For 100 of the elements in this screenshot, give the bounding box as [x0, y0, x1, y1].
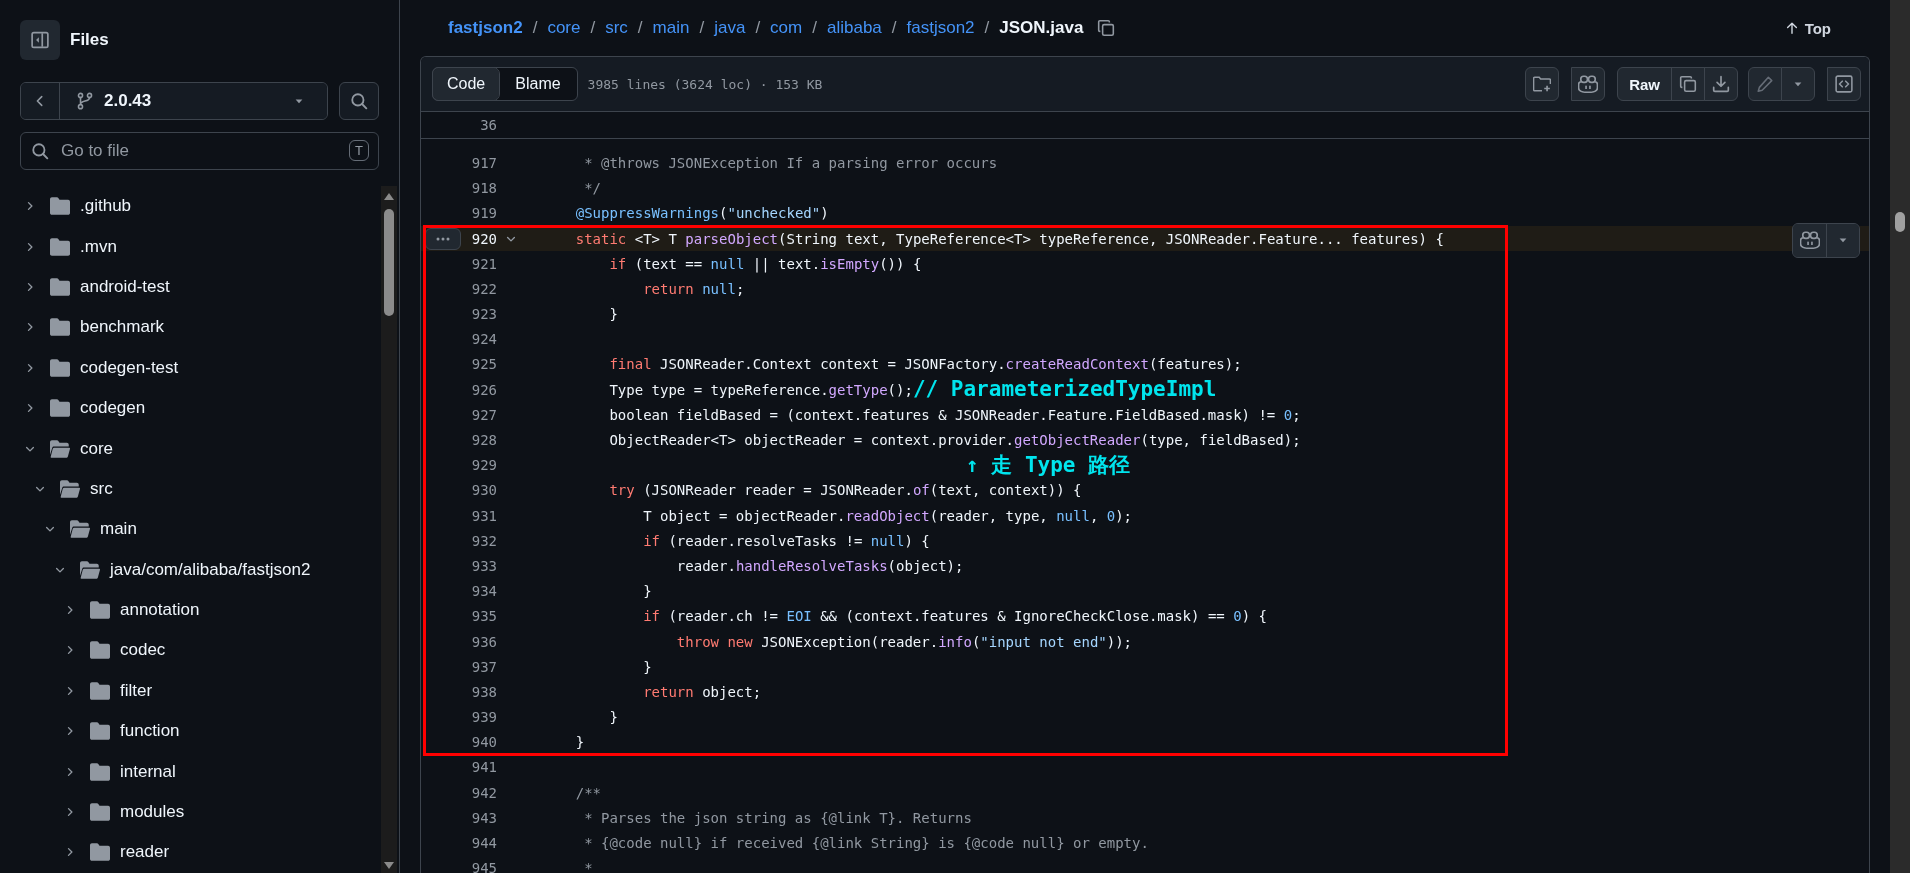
line-number[interactable]: 945: [471, 860, 497, 873]
tree-item[interactable]: annotation: [0, 589, 381, 631]
code-text: if (reader.ch != EOI && (context.features & IgnoreCheckClose.mask) == 0) {: [642, 608, 1267, 625]
line-number[interactable]: 935: [471, 608, 497, 625]
line-number[interactable]: 933: [471, 558, 497, 574]
code-text: Type type = typeReference.getType();: [608, 381, 913, 398]
tree-item[interactable]: src: [0, 468, 381, 510]
line-number[interactable]: 927: [471, 406, 497, 423]
breadcrumb-link[interactable]: fastjson2: [906, 18, 975, 38]
line-number[interactable]: 928: [471, 432, 497, 449]
tree-item[interactable]: filter: [0, 670, 381, 712]
download-icon: [1712, 75, 1730, 93]
tree-item[interactable]: .mvn: [0, 226, 381, 267]
tree-item[interactable]: benchmark: [0, 307, 381, 348]
add-file-button[interactable]: [1525, 67, 1560, 101]
robot-head-icon: [1799, 231, 1820, 249]
scrollbar-thumb[interactable]: [1895, 212, 1905, 232]
search-icon: [31, 142, 49, 160]
arrow-up-icon: [1784, 21, 1799, 35]
shortcut-key: T: [349, 140, 369, 161]
copy-icon: [1097, 19, 1116, 37]
folder-icon: [50, 277, 70, 296]
line-number[interactable]: 943: [471, 809, 497, 826]
tree-item[interactable]: codegen: [0, 387, 381, 429]
line-number[interactable]: 930: [471, 482, 497, 499]
line-number[interactable]: 926: [471, 381, 497, 398]
top-link[interactable]: Top: [1784, 19, 1831, 37]
line-number[interactable]: 938: [471, 683, 497, 700]
annotation-text: ↑ 走 Type 路径: [966, 454, 1131, 476]
tree-item[interactable]: internal: [0, 751, 381, 792]
line-number[interactable]: 942: [471, 784, 497, 801]
code-text: reader.handleResolveTasks(object);: [675, 558, 964, 574]
tree-item[interactable]: java/com/alibaba/fastjson2: [0, 549, 381, 590]
code-text: * Parses the json string as {@link T}. Returns: [583, 809, 972, 826]
breadcrumb-link[interactable]: alibaba: [826, 18, 882, 38]
tree-item[interactable]: android-test: [0, 266, 381, 308]
copy-button[interactable]: [1671, 67, 1705, 101]
tree-item[interactable]: function: [0, 711, 381, 752]
tree-item[interactable]: reader: [0, 832, 381, 873]
path-separator: /: [984, 18, 990, 38]
line-number[interactable]: 921: [471, 255, 497, 272]
folder-icon: [50, 318, 70, 337]
code-text: return object;: [642, 683, 762, 700]
folder-open-icon: [50, 439, 70, 458]
edit-button[interactable]: [1748, 67, 1782, 101]
symbols-button[interactable]: [1827, 67, 1861, 101]
code-text: }: [642, 658, 652, 675]
breadcrumb-link[interactable]: com: [770, 18, 803, 38]
copilot-button[interactable]: [1571, 67, 1606, 101]
scroll-up-icon: [384, 193, 394, 200]
line-number[interactable]: 941: [471, 759, 497, 776]
tree-item[interactable]: codegen-test: [0, 347, 381, 388]
scrollbar-thumb[interactable]: [384, 209, 394, 316]
tree-item[interactable]: modules: [0, 791, 381, 833]
line-number[interactable]: 924: [471, 331, 497, 348]
view-tab[interactable]: Blame: [499, 68, 577, 100]
folder-icon: [50, 237, 70, 256]
line-number[interactable]: 940: [471, 734, 497, 751]
code-text: boolean fieldBased = (context.features & JSONReader.Feature.FieldBased.mask) != 0;: [608, 406, 1301, 423]
code-text: @SuppressWarnings("unchecked"): [574, 205, 829, 222]
line-number[interactable]: 923: [471, 306, 497, 323]
line-number[interactable]: 920: [471, 230, 497, 247]
tree-item[interactable]: core: [0, 428, 381, 469]
breadcrumb-link[interactable]: main: [652, 18, 690, 38]
line-number[interactable]: 922: [471, 280, 497, 297]
copy-path-button[interactable]: [1097, 19, 1116, 37]
line-number[interactable]: 932: [471, 532, 497, 549]
breadcrumb-link[interactable]: fastjson2: [448, 18, 523, 38]
code-text: * {@code null} if received {@link String} is {@code null} or empty.: [583, 835, 1149, 852]
line-number[interactable]: 931: [471, 507, 497, 524]
tree-item[interactable]: codec: [0, 630, 381, 671]
code-text: static <T> T parseObject(String text, TypeReference<T> typeReference, JSONReader.Feature... features) {: [574, 230, 1444, 247]
code-text: final JSONReader.Context context = JSONFactory.createReadContext(features);: [608, 356, 1242, 373]
breadcrumb-link[interactable]: java: [714, 18, 746, 38]
search-button[interactable]: [339, 82, 379, 120]
raw-button[interactable]: Raw: [1617, 67, 1672, 101]
line-number[interactable]: 937: [471, 658, 497, 675]
view-tab[interactable]: Code: [433, 68, 500, 100]
path-separator: /: [755, 18, 761, 38]
folder-plus-icon: [1533, 75, 1552, 93]
download-button[interactable]: [1704, 67, 1738, 101]
line-number[interactable]: 939: [471, 709, 497, 726]
code-text: }: [642, 583, 652, 600]
line-number[interactable]: 929: [471, 457, 497, 474]
line-number[interactable]: 917: [471, 155, 497, 171]
code-text: /**: [574, 784, 601, 801]
line-number[interactable]: 936: [471, 633, 497, 650]
line-number[interactable]: 944: [471, 835, 497, 852]
sidebar-collapse-icon: [31, 31, 49, 49]
tree-item[interactable]: main: [0, 509, 381, 550]
line-number[interactable]: 934: [471, 583, 497, 600]
folder-icon: [90, 681, 110, 700]
line-number[interactable]: 925: [471, 356, 497, 373]
tree-item[interactable]: .github: [0, 186, 381, 227]
sidebar-toggle-button[interactable]: [20, 20, 60, 60]
line-number[interactable]: 918: [471, 180, 497, 197]
folder-icon: [90, 762, 110, 781]
breadcrumb-link[interactable]: src: [605, 18, 628, 38]
breadcrumb-link[interactable]: core: [547, 18, 581, 38]
line-number[interactable]: 919: [471, 205, 497, 222]
